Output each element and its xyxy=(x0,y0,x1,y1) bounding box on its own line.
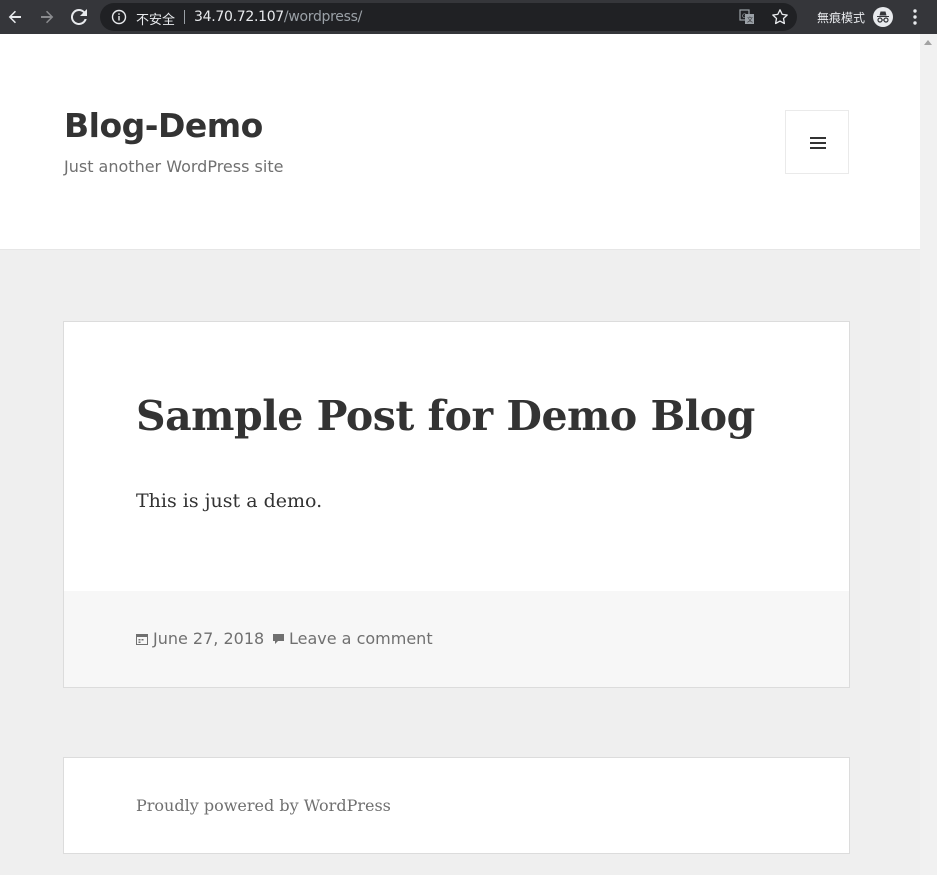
page-viewport: Blog-Demo Just another WordPress site Sa… xyxy=(0,34,937,875)
menu-toggle-button[interactable] xyxy=(785,110,849,174)
post-content: This is just a demo. xyxy=(136,490,323,512)
hamburger-icon xyxy=(810,137,826,149)
back-button[interactable] xyxy=(3,5,27,29)
address-bar[interactable]: 不安全 34.70.72.107/wordpress/ G 文 xyxy=(100,3,797,31)
calendar-icon xyxy=(136,633,148,645)
reload-icon xyxy=(71,9,87,25)
browser-toolbar: 不安全 34.70.72.107/wordpress/ G 文 無痕模式 xyxy=(0,0,937,34)
site-title[interactable]: Blog-Demo xyxy=(64,106,263,145)
post-card: Sample Post for Demo Blog This is just a… xyxy=(63,321,850,688)
incognito-label[interactable]: 無痕模式 xyxy=(817,9,865,26)
back-icon xyxy=(8,10,21,24)
url-text[interactable]: 34.70.72.107/wordpress/ xyxy=(194,9,362,25)
post-comments: Leave a comment xyxy=(272,629,433,648)
more-menu-icon[interactable] xyxy=(907,7,923,27)
forward-button[interactable] xyxy=(35,5,59,29)
site-footer: Proudly powered by WordPress xyxy=(63,757,850,854)
post-title[interactable]: Sample Post for Demo Blog xyxy=(136,392,755,440)
leave-comment-link[interactable]: Leave a comment xyxy=(289,629,433,648)
forward-icon xyxy=(41,10,54,24)
powered-by-link[interactable]: Proudly powered by WordPress xyxy=(136,796,391,815)
scrollbar[interactable] xyxy=(920,34,937,875)
post-date-link[interactable]: June 27, 2018 xyxy=(153,629,264,648)
svg-text:文: 文 xyxy=(747,16,753,24)
site-header: Blog-Demo Just another WordPress site xyxy=(0,34,920,250)
info-icon[interactable] xyxy=(111,9,127,25)
translate-icon[interactable]: G 文 xyxy=(739,9,755,25)
reload-button[interactable] xyxy=(67,5,91,29)
site-description: Just another WordPress site xyxy=(64,157,284,176)
star-icon[interactable] xyxy=(771,8,789,26)
omnibox-divider xyxy=(184,10,185,24)
comment-icon xyxy=(273,633,284,644)
scroll-up-icon[interactable] xyxy=(924,40,932,45)
post-meta: June 27, 2018 Leave a comment xyxy=(64,591,849,687)
incognito-icon[interactable] xyxy=(872,6,894,28)
url-host: 34.70.72.107 xyxy=(194,9,284,25)
post-date: June 27, 2018 xyxy=(136,629,264,648)
url-path: /wordpress/ xyxy=(283,9,363,25)
security-label[interactable]: 不安全 xyxy=(136,9,175,28)
